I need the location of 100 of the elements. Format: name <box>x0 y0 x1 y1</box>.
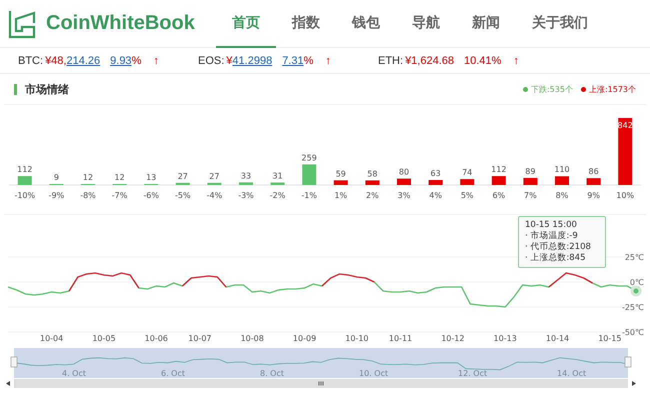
bar <box>207 182 222 185</box>
data-label: 86 <box>588 167 599 176</box>
data-label: 59 <box>336 169 346 178</box>
data-label: 27 <box>178 172 188 181</box>
axis-label: 7% <box>524 191 537 200</box>
axis-label: -6% <box>143 191 159 200</box>
data-label: 110 <box>554 165 570 174</box>
grip-icon[interactable] <box>318 381 324 386</box>
axis-label: 10-07 <box>188 334 212 343</box>
tooltip-title: 10-15 15:00 <box>525 220 578 230</box>
axis-label: 10% <box>616 191 634 200</box>
axis-label: 4% <box>429 191 442 200</box>
handle-icon[interactable] <box>10 356 18 368</box>
axis-label: 10-13 <box>494 334 517 343</box>
axis-label: 2% <box>366 191 379 200</box>
axis-label: -1% <box>301 191 317 200</box>
legend-label: 下跌:535个 <box>530 84 573 94</box>
bar <box>365 180 380 185</box>
bar <box>523 178 538 185</box>
nav-tab[interactable]: 钱包 <box>336 0 396 48</box>
axis-label: 10-09 <box>292 334 316 343</box>
data-label: 80 <box>398 168 410 177</box>
data-label: 89 <box>525 166 536 176</box>
left-arrow-icon[interactable] <box>6 381 10 386</box>
data-label: 9 <box>54 173 59 182</box>
legend-label: 上涨:1573个 <box>588 84 636 94</box>
navigator-label: 12. Oct <box>458 369 488 378</box>
axis-label: 10-08 <box>240 334 264 343</box>
data-label: 31 <box>272 172 283 181</box>
nav-tab[interactable]: 导航 <box>396 0 456 48</box>
bar <box>492 176 506 185</box>
axis-label: 6% <box>492 191 506 200</box>
axis-label: 8% <box>556 191 568 200</box>
bar <box>586 178 601 185</box>
price-link[interactable]: 41.2998 <box>232 54 272 66</box>
data-label: 63 <box>430 168 441 178</box>
ticker-change: 10.41% <box>464 54 502 66</box>
ticker-change: % <box>132 54 142 66</box>
tooltip-line: · 市场温度:-9 <box>525 231 579 242</box>
bar <box>555 176 569 185</box>
nav-tab[interactable]: 新闻 <box>456 0 516 48</box>
bar <box>334 180 348 185</box>
bar <box>270 182 285 185</box>
scrollbar[interactable] <box>14 379 628 388</box>
ticker-change: % <box>304 54 314 66</box>
navigator-label: 6. Oct <box>161 369 186 378</box>
data-label: 842 <box>618 121 633 130</box>
section-title: 市场情绪 <box>25 82 70 96</box>
bar <box>176 182 190 185</box>
navigator-label: 14. Oct <box>557 369 586 378</box>
navigator-label: 8. Oct <box>260 369 284 378</box>
axis-label: 10-12 <box>441 334 464 343</box>
change-link[interactable]: 7.31 <box>282 54 304 66</box>
data-label: 12 <box>82 173 94 182</box>
right-arrow-icon[interactable] <box>632 381 636 386</box>
data-label: 33 <box>240 171 252 180</box>
nav-tab[interactable]: 关于我们 <box>516 0 604 48</box>
axis-label: 10-05 <box>92 334 116 343</box>
up-arrow: ↑ <box>325 54 331 66</box>
data-label: 259 <box>302 153 317 162</box>
price-link[interactable]: 214.26 <box>66 54 100 66</box>
data-label: 12 <box>114 173 125 182</box>
axis-label: -10% <box>14 191 36 200</box>
ticker-symbol: BTC: <box>18 54 44 66</box>
ticker-price: ¥ <box>226 54 232 66</box>
nav-tab[interactable]: 首页 <box>216 0 276 48</box>
navigator-label: 4. Oct <box>62 369 86 378</box>
axis-label: -50℃ <box>622 328 644 337</box>
axis-label: -3% <box>238 191 254 200</box>
ticker-symbol: EOS: <box>198 54 224 66</box>
bar <box>239 182 253 185</box>
axis-label: -2% <box>270 191 286 200</box>
axis-label: 10-14 <box>546 334 570 343</box>
axis-label: 1% <box>334 191 348 200</box>
navigator-label: 10. Oct <box>359 369 388 378</box>
nav-tab[interactable]: 指数 <box>276 0 336 48</box>
change-link[interactable]: 9.93 <box>110 54 132 66</box>
brand-name[interactable]: CoinWhiteBook <box>46 12 206 35</box>
ticker-price: ¥1,624.68 <box>405 54 454 66</box>
section-marker <box>14 84 17 94</box>
axis-label: -9% <box>48 191 64 200</box>
logo-icon <box>8 8 38 38</box>
data-label: 13 <box>146 172 156 182</box>
axis-label: 10-04 <box>40 334 64 343</box>
axis-label: -4% <box>206 191 222 200</box>
tooltip-line: · 上涨总数:845 <box>525 253 586 264</box>
axis-label: -7% <box>112 191 128 200</box>
axis-label: 25℃ <box>624 253 644 262</box>
up-arrow: ↑ <box>153 54 159 66</box>
bar <box>618 118 632 185</box>
axis-label: 10-10 <box>345 334 369 343</box>
axis-label: 0℃ <box>630 278 644 287</box>
handle-icon[interactable] <box>624 356 632 368</box>
axis-label: 10-15 <box>598 334 622 343</box>
ticker-price: ¥48, <box>45 54 66 66</box>
axis-label: -25℃ <box>622 303 644 312</box>
bar <box>428 180 443 185</box>
axis-label: 9% <box>587 191 600 200</box>
data-label: 74 <box>462 168 472 178</box>
ticker-symbol: ETH: <box>378 54 404 66</box>
